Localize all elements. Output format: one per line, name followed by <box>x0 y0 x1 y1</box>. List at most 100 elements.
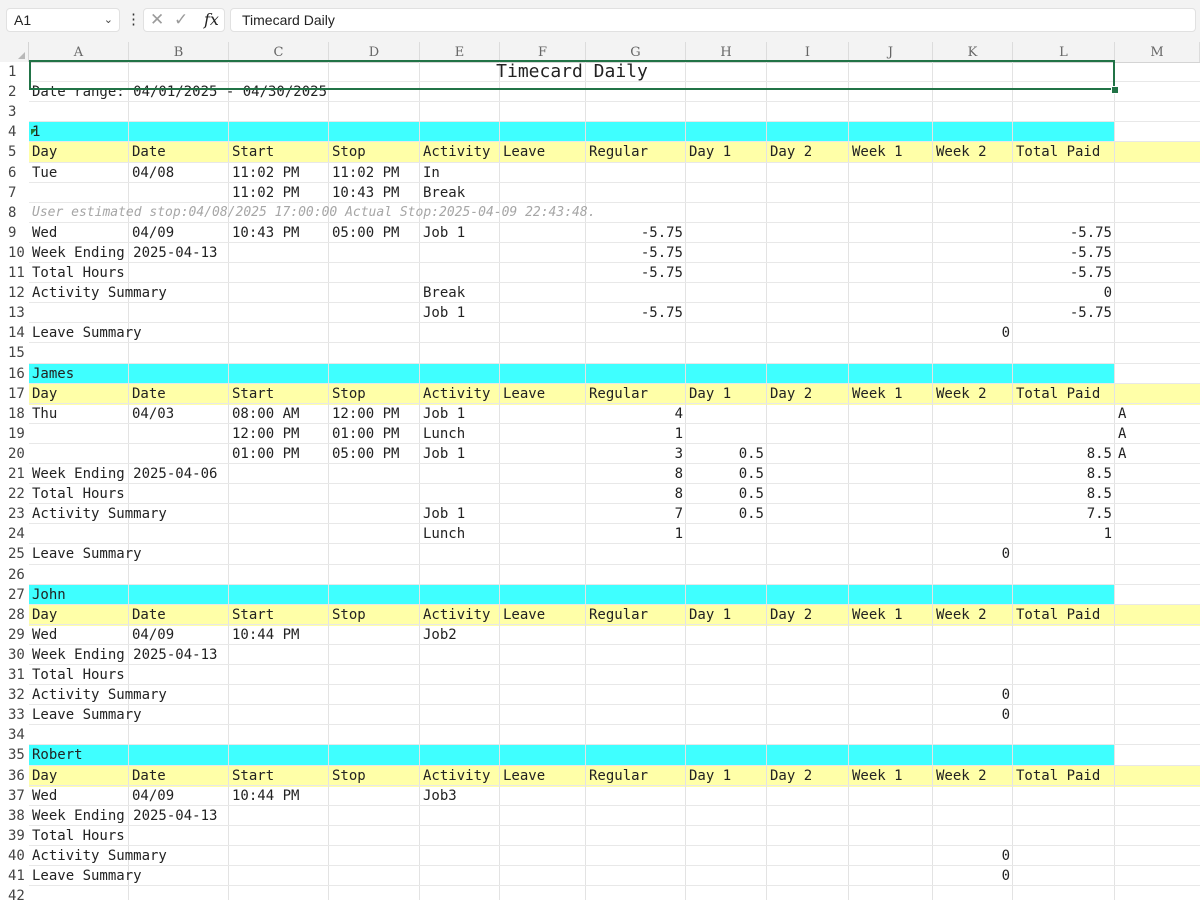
total-paid-cell[interactable]: 8.5 <box>1013 464 1112 484</box>
row-header-18[interactable]: 18 <box>0 403 29 424</box>
activity-summary-label[interactable]: Activity Summary <box>32 283 167 303</box>
section-name[interactable]: Robert <box>32 745 83 765</box>
row-header-8[interactable]: 8 <box>0 202 29 223</box>
activity-summary-label[interactable]: Activity Summary <box>32 685 167 705</box>
total-paid-cell[interactable]: -5.75 <box>1013 303 1112 323</box>
total-hours-label[interactable]: Total Hours <box>32 484 125 504</box>
column-header-f[interactable]: F <box>500 42 586 62</box>
total-paid-cell[interactable]: -5.75 <box>1013 243 1112 263</box>
leave-summary-label[interactable]: Leave Summary <box>32 866 142 886</box>
column-label[interactable]: Total Paid <box>1016 766 1100 786</box>
sheet-grid[interactable]: ABCDEFGHIJKLM 1 2 3 4 5 6 7 8 9 10 11 12 13 14 15 16 17 1… <box>0 42 1200 900</box>
name-box[interactable]: A1 ⌄ <box>6 8 120 32</box>
select-all-icon[interactable] <box>18 52 25 59</box>
row-header-32[interactable]: 32 <box>0 685 29 706</box>
column-label[interactable]: Leave <box>503 142 545 162</box>
column-header-b[interactable]: B <box>129 42 229 62</box>
column-label[interactable]: Activity <box>423 142 490 162</box>
column-header-j[interactable]: J <box>849 42 933 62</box>
fx-icon[interactable]: fx <box>204 9 219 31</box>
total-paid-cell[interactable]: -5.75 <box>1013 263 1112 283</box>
entry-cell[interactable]: Job 1 <box>423 223 465 243</box>
day1-cell[interactable]: 0.5 <box>686 464 764 484</box>
day1-cell[interactable]: 0.5 <box>686 444 764 464</box>
leave-summary-label[interactable]: Leave Summary <box>32 705 142 725</box>
column-label[interactable]: Day <box>32 384 57 404</box>
select-all-corner[interactable] <box>0 42 29 62</box>
column-label[interactable]: Week 1 <box>852 766 903 786</box>
row-header-15[interactable]: 15 <box>0 343 29 364</box>
row-header-17[interactable]: 17 <box>0 383 29 404</box>
entry-cell[interactable]: Tue <box>32 163 57 183</box>
column-label[interactable]: Day 2 <box>770 605 812 625</box>
row-header-37[interactable]: 37 <box>0 785 29 806</box>
cancel-icon[interactable]: ✕ <box>150 10 164 30</box>
column-label[interactable]: Stop <box>332 766 366 786</box>
week-ending-label[interactable]: Week Ending 2025-04-13 <box>32 645 217 665</box>
column-label[interactable]: Stop <box>332 384 366 404</box>
entry-cell[interactable]: Lunch <box>423 424 465 444</box>
entry-cell[interactable]: 11:02 PM <box>232 163 299 183</box>
activity-cell[interactable]: Job 1 <box>423 504 465 524</box>
column-label[interactable]: Regular <box>589 766 648 786</box>
week2-cell[interactable]: 0 <box>933 685 1010 705</box>
column-label[interactable]: Day 1 <box>689 766 731 786</box>
regular-cell[interactable]: -5.75 <box>586 243 683 263</box>
column-label[interactable]: Total Paid <box>1016 142 1100 162</box>
entry-cell[interactable]: In <box>423 163 440 183</box>
entry-cell[interactable]: Job3 <box>423 786 457 806</box>
entry-cell[interactable]: 08:00 AM <box>232 404 299 424</box>
row-header-24[interactable]: 24 <box>0 524 29 545</box>
week-ending-label[interactable]: Week Ending 2025-04-13 <box>32 243 217 263</box>
row-header-39[interactable]: 39 <box>0 825 29 846</box>
total-paid-cell[interactable]: 0 <box>1013 283 1112 303</box>
column-label[interactable]: Date <box>132 142 166 162</box>
activity-cell[interactable]: Break <box>423 283 465 303</box>
total-paid-cell[interactable]: 8.5 <box>1013 484 1112 504</box>
row-header-20[interactable]: 20 <box>0 443 29 464</box>
flag-cell[interactable]: A <box>1118 404 1126 424</box>
column-label[interactable]: Stop <box>332 605 366 625</box>
row-header-22[interactable]: 22 <box>0 484 29 505</box>
entry-cell[interactable]: Job 1 <box>423 444 465 464</box>
regular-cell[interactable]: 7 <box>586 504 683 524</box>
activity-summary-label[interactable]: Activity Summary <box>32 846 167 866</box>
week-ending-label[interactable]: Week Ending 2025-04-13 <box>32 806 217 826</box>
activity-summary-label[interactable]: Activity Summary <box>32 504 167 524</box>
row-header-38[interactable]: 38 <box>0 805 29 826</box>
column-label[interactable]: Start <box>232 142 274 162</box>
column-label[interactable]: Date <box>132 605 166 625</box>
row-header-30[interactable]: 30 <box>0 644 29 665</box>
entry-cell[interactable]: 10:44 PM <box>232 625 299 645</box>
total-hours-label[interactable]: Total Hours <box>32 665 125 685</box>
row-header-28[interactable]: 28 <box>0 604 29 625</box>
column-label[interactable]: Week 1 <box>852 142 903 162</box>
column-label[interactable]: Day 1 <box>689 384 731 404</box>
selected-cell-outline[interactable] <box>29 60 1115 90</box>
day1-cell[interactable]: 0.5 <box>686 504 764 524</box>
week2-cell[interactable]: 0 <box>933 544 1010 564</box>
column-label[interactable]: Stop <box>332 142 366 162</box>
regular-cell[interactable]: 3 <box>586 444 683 464</box>
week2-cell[interactable]: 0 <box>933 866 1010 886</box>
row-header-1[interactable]: 1 <box>0 62 29 82</box>
column-label[interactable]: Regular <box>589 142 648 162</box>
column-label[interactable]: Activity <box>423 766 490 786</box>
entry-cell[interactable]: 05:00 PM <box>332 444 399 464</box>
column-header-m[interactable]: M <box>1115 42 1200 62</box>
row-header-3[interactable]: 3 <box>0 102 29 123</box>
section-name[interactable]: John <box>32 585 66 605</box>
entry-cell[interactable]: 04/03 <box>132 404 174 424</box>
regular-cell[interactable]: -5.75 <box>586 303 683 323</box>
column-label[interactable]: Day 2 <box>770 384 812 404</box>
column-label[interactable]: Week 2 <box>936 766 987 786</box>
column-label[interactable]: Date <box>132 766 166 786</box>
row-header-7[interactable]: 7 <box>0 182 29 203</box>
entry-cell[interactable]: 01:00 PM <box>232 444 299 464</box>
week2-cell[interactable]: 0 <box>933 846 1010 866</box>
total-hours-label[interactable]: Total Hours <box>32 263 125 283</box>
column-label[interactable]: Week 1 <box>852 605 903 625</box>
row-header-19[interactable]: 19 <box>0 423 29 444</box>
row-header-6[interactable]: 6 <box>0 162 29 183</box>
row-header-31[interactable]: 31 <box>0 665 29 685</box>
